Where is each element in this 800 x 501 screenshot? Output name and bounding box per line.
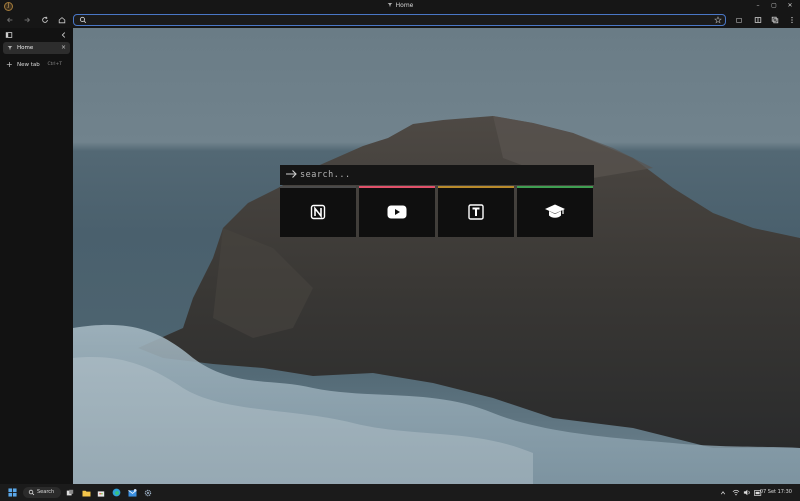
new-tab-shortcut: Ctrl+T — [47, 62, 62, 67]
youtube-icon — [387, 205, 407, 218]
search-icon — [79, 16, 87, 24]
title-bar: J Home – ▢ ✕ — [0, 0, 800, 12]
close-window-icon[interactable]: ✕ — [782, 0, 798, 12]
shortcut-tile-youtube[interactable] — [359, 186, 435, 237]
graduation-cap-icon — [545, 204, 565, 218]
address-bar[interactable] — [73, 14, 726, 26]
vertical-tabs-sidebar: Home × + New tab Ctrl+T — [0, 28, 73, 484]
collapse-sidebar-icon[interactable] — [60, 31, 68, 39]
sidebar-toggle-icon[interactable] — [5, 31, 13, 39]
reload-icon[interactable] — [39, 14, 51, 26]
taskbar-search-icon — [28, 489, 35, 496]
background-photo — [73, 116, 800, 484]
more-menu-icon[interactable] — [786, 14, 798, 26]
taskbar-clock[interactable]: 07 Set 17:30 — [760, 487, 792, 498]
shortcut-tile-notion[interactable] — [280, 186, 356, 237]
wifi-icon[interactable] — [731, 487, 740, 498]
volume-icon[interactable] — [742, 487, 751, 498]
os-taskbar: Search 07 Set 17:30 — [0, 484, 800, 501]
new-tab-button[interactable]: + New tab Ctrl+T — [3, 59, 70, 71]
window-title-text: Home — [395, 2, 414, 9]
start-windows-icon[interactable] — [7, 487, 18, 498]
tile-accent-bar — [280, 186, 356, 188]
tray-chevron-icon[interactable] — [719, 487, 727, 498]
maximize-icon[interactable]: ▢ — [766, 0, 782, 12]
newtab-search-input[interactable] — [300, 168, 580, 182]
settings-gear-icon[interactable] — [143, 487, 153, 498]
store-icon[interactable] — [96, 487, 106, 498]
tab-label: Home — [17, 45, 34, 51]
shortcut-tile-learning[interactable] — [517, 186, 593, 237]
tab-home[interactable]: Home × — [3, 42, 70, 54]
arrow-right-icon — [286, 170, 297, 178]
page-content — [73, 28, 800, 484]
taskbar-search-label: Search — [37, 489, 55, 495]
back-icon[interactable] — [4, 14, 16, 26]
tab-close-icon[interactable]: × — [61, 42, 66, 54]
tile-accent-bar — [438, 186, 514, 188]
split-view-icon[interactable] — [752, 14, 764, 26]
mail-icon[interactable] — [127, 487, 138, 498]
forward-icon[interactable] — [21, 14, 33, 26]
tab-favicon-icon — [7, 46, 13, 51]
minimize-icon[interactable]: – — [750, 0, 766, 12]
collections-icon[interactable] — [769, 14, 781, 26]
newtab-search-box[interactable] — [280, 165, 594, 185]
tile-accent-bar — [517, 186, 593, 188]
edge-browser-icon[interactable] — [111, 487, 121, 498]
home-icon[interactable] — [56, 14, 68, 26]
extensions-icon[interactable] — [733, 14, 745, 26]
taskbar-search[interactable]: Search — [23, 487, 61, 498]
shortcut-tiles — [280, 186, 594, 237]
shortcut-tile-typeform[interactable] — [438, 186, 514, 237]
bookmark-star-icon[interactable] — [714, 16, 722, 24]
window-title: Home — [0, 0, 800, 12]
notion-icon — [310, 204, 326, 219]
tile-accent-bar — [359, 186, 435, 188]
task-view-icon[interactable] — [65, 487, 75, 498]
plus-icon: + — [6, 60, 13, 69]
address-input[interactable] — [90, 15, 690, 25]
page-favicon-icon — [387, 3, 393, 8]
new-tab-label: New tab — [17, 62, 40, 68]
t-square-icon — [468, 203, 484, 220]
file-explorer-icon[interactable] — [81, 487, 91, 498]
